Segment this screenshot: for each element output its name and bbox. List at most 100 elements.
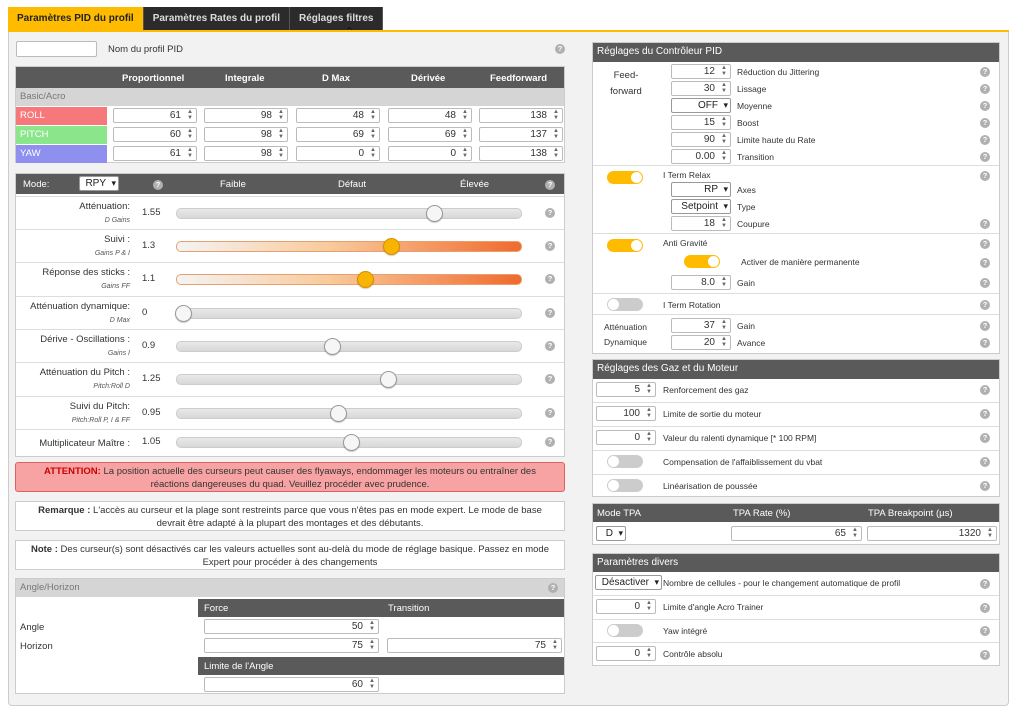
throttle-toggle[interactable] (607, 479, 643, 492)
help-icon[interactable]: ? (980, 219, 990, 229)
help-icon[interactable]: ? (545, 373, 555, 384)
tpa-breakpoint-input[interactable]: 1320 ▲ ▼ (867, 526, 997, 541)
help-icon[interactable]: ? (980, 258, 990, 268)
tpa-rate-input[interactable]: 65 ▲ ▼ (731, 526, 862, 541)
help-icon[interactable]: ? (545, 340, 555, 351)
help-icon[interactable]: ? (153, 180, 163, 190)
help-icon[interactable]: ? (980, 650, 990, 660)
help-icon[interactable]: ? (545, 307, 555, 318)
slider-handle[interactable] (379, 370, 397, 388)
pid-input[interactable]: 69 ▲ ▼ (388, 127, 472, 142)
throttle-input[interactable]: 100 ▲ ▼ (596, 406, 656, 421)
pid-input[interactable]: 69 ▲ ▼ (296, 127, 380, 142)
pid-input[interactable]: 0 ▲ ▼ (296, 146, 380, 161)
pid-input[interactable]: 138 ▲ ▼ (479, 146, 563, 161)
help-icon[interactable]: ? (545, 273, 555, 284)
help-icon[interactable]: ? (980, 385, 990, 395)
iterm-rotation-toggle[interactable] (607, 298, 643, 311)
acro-trainer-input[interactable]: 0 ▲ ▼ (596, 599, 656, 614)
axes-select[interactable]: RP (671, 182, 731, 197)
help-icon[interactable]: ? (555, 44, 565, 54)
pid-input[interactable]: 60 ▲ ▼ (113, 127, 197, 142)
tab-filters[interactable]: Réglages filtres (289, 7, 384, 31)
help-icon[interactable]: ? (980, 152, 990, 162)
pid-input[interactable]: 48 ▲ ▼ (296, 108, 380, 123)
help-icon[interactable]: ? (980, 433, 990, 443)
help-icon[interactable]: ? (545, 207, 555, 218)
pid-input[interactable]: 98 ▲ ▼ (204, 127, 288, 142)
help-icon[interactable]: ? (980, 239, 990, 249)
help-icon[interactable]: ? (980, 409, 990, 419)
pid-input[interactable]: 0 ▲ ▼ (388, 146, 472, 161)
dyn-gain-input[interactable]: 37 ▲ ▼ (671, 318, 731, 333)
absolute-control-input[interactable]: 0 ▲ ▼ (596, 646, 656, 661)
slider-handle[interactable] (425, 204, 443, 222)
help-icon[interactable]: ? (980, 84, 990, 94)
anti-gravity-toggle[interactable] (607, 239, 643, 252)
help-icon[interactable]: ? (980, 300, 990, 310)
help-icon[interactable]: ? (980, 626, 990, 636)
slider-handle[interactable] (175, 304, 192, 322)
ff-input[interactable]: 30 ▲ ▼ (671, 81, 731, 96)
pid-input[interactable]: 137 ▲ ▼ (479, 127, 563, 142)
help-icon[interactable]: ? (980, 101, 990, 111)
help-icon[interactable]: ? (980, 603, 990, 613)
horizon-transition-input[interactable]: 75 ▲ ▼ (387, 638, 562, 653)
mode-select[interactable]: RPY (79, 176, 119, 191)
help-icon[interactable]: ? (980, 321, 990, 331)
slider-track[interactable] (176, 273, 522, 285)
cells-select[interactable]: Désactiver (595, 575, 662, 590)
help-icon[interactable]: ? (980, 579, 990, 589)
tab-rates[interactable]: Paramètres Rates du profil (143, 7, 290, 31)
pid-input[interactable]: 61 ▲ ▼ (113, 108, 197, 123)
help-icon[interactable]: ? (548, 583, 558, 593)
cutoff-input[interactable]: 18 ▲ ▼ (671, 216, 731, 231)
ag-permanent-toggle[interactable] (684, 255, 720, 268)
slider-track[interactable] (176, 340, 522, 352)
ag-gain-input[interactable]: 8.0 ▲ ▼ (671, 275, 731, 290)
help-icon[interactable]: ? (980, 135, 990, 145)
ff-input[interactable]: 90 ▲ ▼ (671, 132, 731, 147)
help-icon[interactable]: ? (980, 171, 990, 181)
throttle-input[interactable]: 0 ▲ ▼ (596, 430, 656, 445)
pid-input[interactable]: 98 ▲ ▼ (204, 108, 288, 123)
help-icon[interactable]: ? (980, 338, 990, 348)
pid-input[interactable]: 61 ▲ ▼ (113, 146, 197, 161)
throttle-input[interactable]: 5 ▲ ▼ (596, 382, 656, 397)
tpa-mode-select[interactable]: D (596, 526, 626, 541)
tab-pid[interactable]: Paramètres PID du profil (8, 7, 144, 31)
angle-limit-input[interactable]: 60 ▲ ▼ (204, 677, 379, 692)
slider-track[interactable] (176, 307, 522, 319)
iterm-relax-toggle[interactable] (607, 171, 643, 184)
help-icon[interactable]: ? (980, 67, 990, 77)
pid-input[interactable]: 98 ▲ ▼ (204, 146, 288, 161)
angle-force-input[interactable]: 50 ▲ ▼ (204, 619, 379, 634)
slider-track[interactable] (176, 407, 522, 419)
slider-handle[interactable] (323, 337, 341, 355)
ff-select[interactable]: OFF (671, 98, 731, 113)
dyn-advance-input[interactable]: 20 ▲ ▼ (671, 335, 731, 350)
slider-track[interactable] (176, 373, 522, 385)
slider-handle[interactable] (382, 237, 400, 255)
ff-input[interactable]: 12 ▲ ▼ (671, 64, 731, 79)
slider-track[interactable] (176, 207, 522, 219)
type-select[interactable]: Setpoint (671, 199, 731, 214)
slider-handle[interactable] (356, 270, 374, 288)
help-icon[interactable]: ? (545, 407, 555, 418)
help-icon[interactable]: ? (980, 118, 990, 128)
help-icon[interactable]: ? (980, 457, 990, 467)
pid-input[interactable]: 48 ▲ ▼ (388, 108, 472, 123)
ff-input[interactable]: 0.00 ▲ ▼ (671, 149, 731, 164)
help-icon[interactable]: ? (980, 278, 990, 288)
slider-handle[interactable] (330, 404, 348, 422)
help-icon[interactable]: ? (545, 437, 555, 447)
help-icon[interactable]: ? (545, 180, 555, 190)
slider-track[interactable] (176, 240, 522, 252)
help-icon[interactable]: ? (980, 481, 990, 491)
pid-input[interactable]: 138 ▲ ▼ (479, 108, 563, 123)
yaw-integrated-toggle[interactable] (607, 624, 643, 637)
throttle-toggle[interactable] (607, 455, 643, 468)
horizon-force-input[interactable]: 75 ▲ ▼ (204, 638, 379, 653)
ff-input[interactable]: 15 ▲ ▼ (671, 115, 731, 130)
profile-name-input[interactable] (16, 41, 97, 57)
